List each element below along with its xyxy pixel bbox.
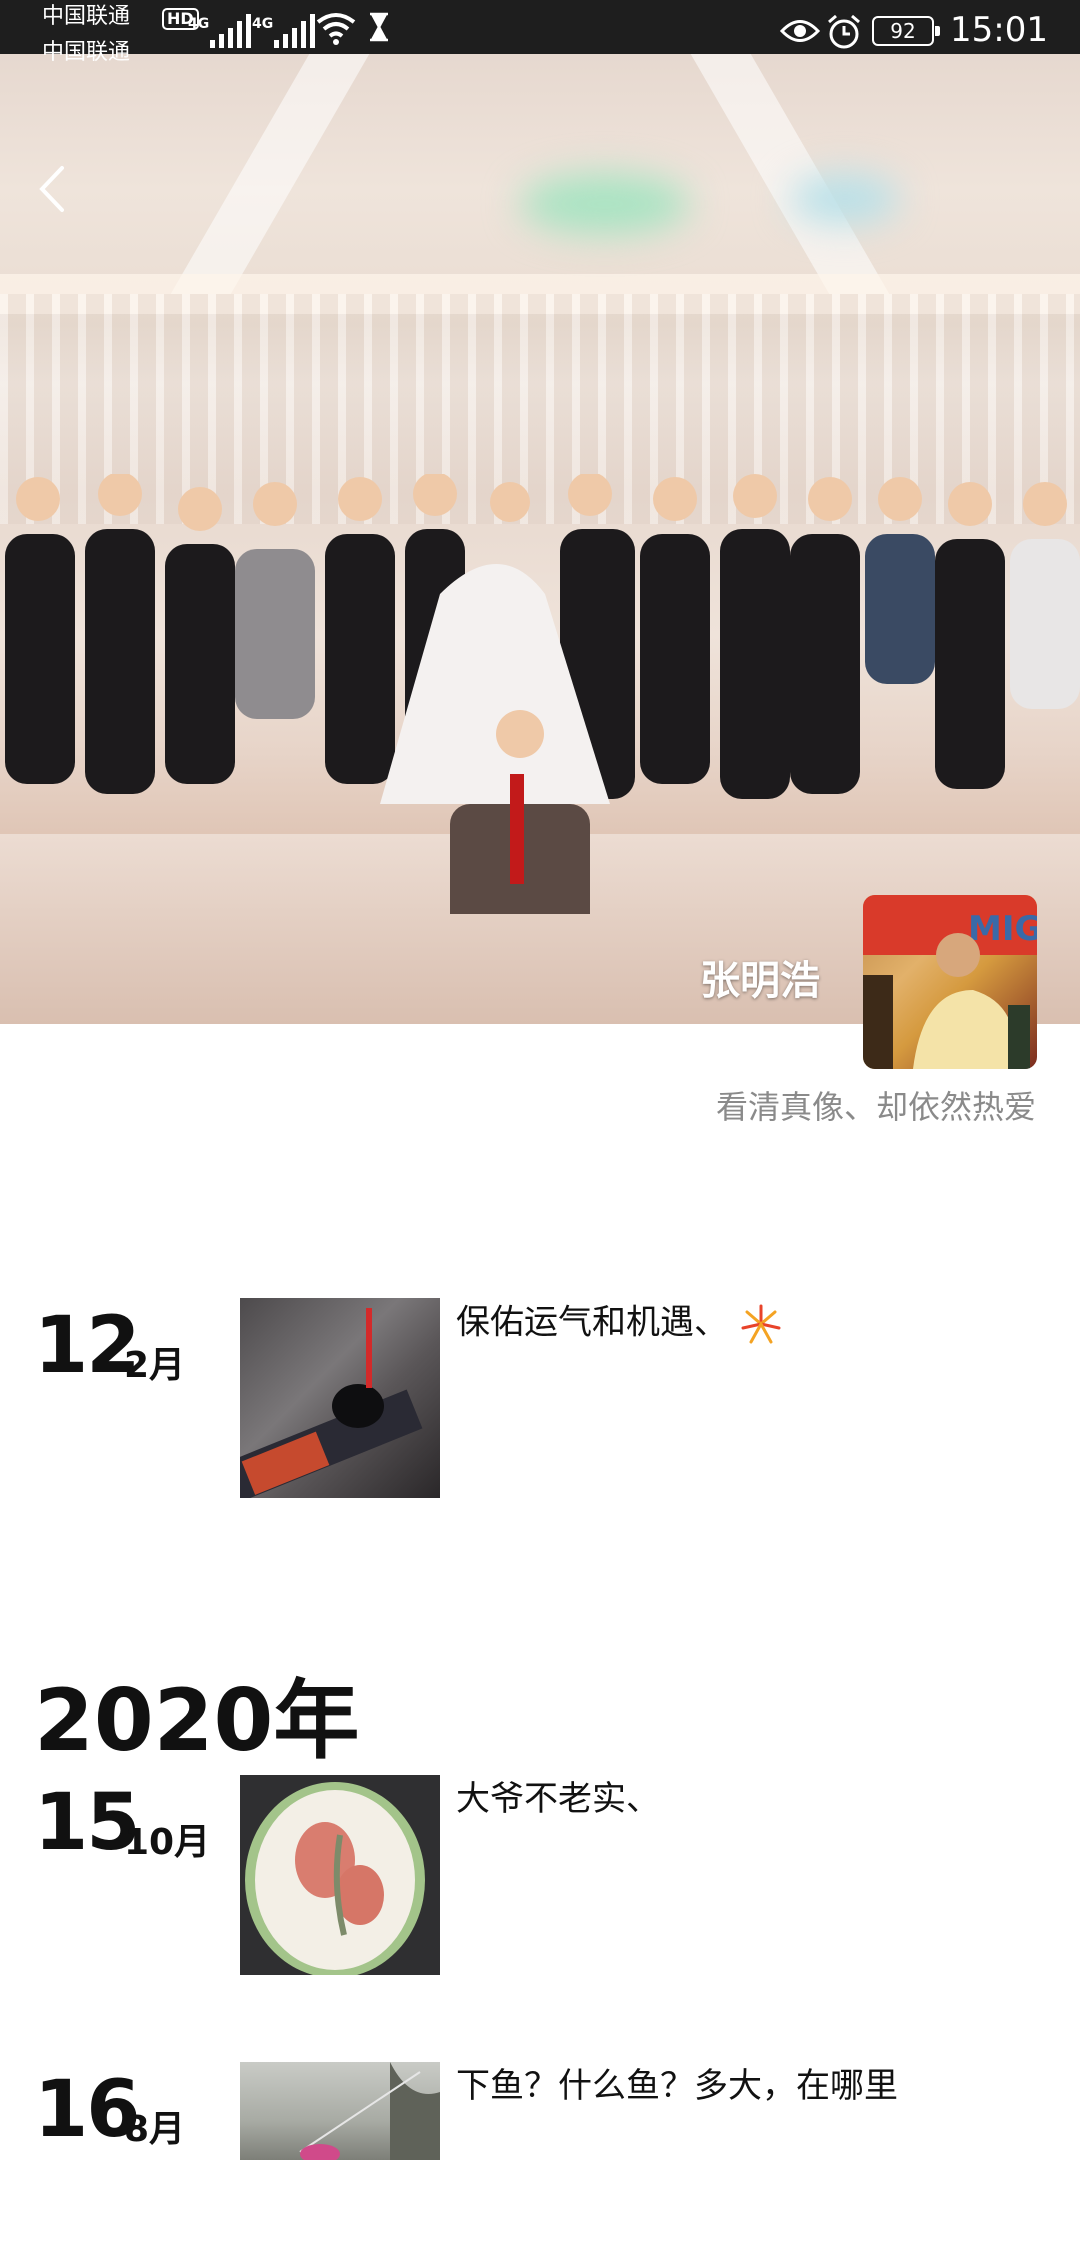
post-thumbnail[interactable]	[240, 1775, 440, 1975]
post-day: 16	[34, 2065, 141, 2155]
profile-avatar[interactable]: MIGO	[863, 895, 1037, 1069]
post-month: 8月	[124, 2109, 186, 2150]
profile-signature: 看清真像、却依然热爱	[715, 1088, 1036, 1126]
post-thumbnail[interactable]	[240, 1298, 440, 1498]
group-photo-people	[5, 474, 1080, 914]
post-day: 15	[34, 1778, 141, 1868]
post-text: 下鱼？什么鱼？多大，在哪里	[456, 2066, 898, 2106]
network-type-1: 4G	[188, 16, 210, 32]
post-text: 保佑运气和机遇、	[456, 1302, 783, 1346]
post-day: 12	[34, 1301, 141, 1391]
svg-text:MIGO: MIGO	[968, 909, 1037, 949]
post-caption: 下鱼？什么鱼？多大，在哪里	[456, 2066, 898, 2106]
hourglass-icon	[369, 12, 389, 42]
post-caption: 保佑运气和机遇、	[456, 1302, 728, 1343]
clock: 15:01	[950, 10, 1048, 50]
ceiling-light	[790, 174, 900, 224]
status-bar: 中国联通 HD 4G 4G 中国联通 92 15:01	[0, 0, 1080, 65]
post-month: 2月	[124, 1345, 186, 1386]
wifi-icon	[316, 13, 356, 45]
post-thumbnail[interactable]	[240, 2062, 440, 2160]
ceiling-beam	[170, 54, 370, 294]
cover-photo[interactable]	[0, 54, 1080, 1024]
fishing-photo	[299, 2062, 440, 2160]
post-month: 10月	[124, 1822, 211, 1863]
year-heading: 2020年	[34, 1671, 360, 1771]
alarm-clock-icon	[828, 14, 860, 49]
firework-emoji-icon	[741, 1304, 781, 1344]
carrier-label-1: 中国联通	[42, 4, 131, 29]
pomelo-photo	[240, 1775, 440, 1975]
ceiling-light	[520, 174, 690, 234]
avatar-photo: MIGO	[863, 895, 1037, 1069]
back-chevron-icon[interactable]	[34, 164, 70, 214]
post-text: 大爷不老实、	[456, 1779, 660, 1819]
network-type-2: 4G	[252, 16, 274, 32]
feed-post[interactable]: 16 8月 下鱼？什么鱼？多大，在哪里	[0, 2062, 1080, 2262]
battery-level: 92	[890, 19, 916, 43]
feed-post[interactable]: 15 10月 大爷不老实、	[0, 1775, 1080, 1975]
firework-tube-photo	[240, 1308, 423, 1498]
post-caption: 大爷不老实、	[456, 1779, 660, 1819]
carrier-label-2: 中国联通	[42, 40, 131, 65]
profile-username[interactable]: 张明浩	[700, 948, 820, 1006]
feed-post[interactable]: 12 2月 保佑运气和机遇、	[0, 1298, 1080, 1498]
eye-comfort-icon	[780, 20, 820, 42]
battery-indicator: 92	[872, 16, 940, 46]
